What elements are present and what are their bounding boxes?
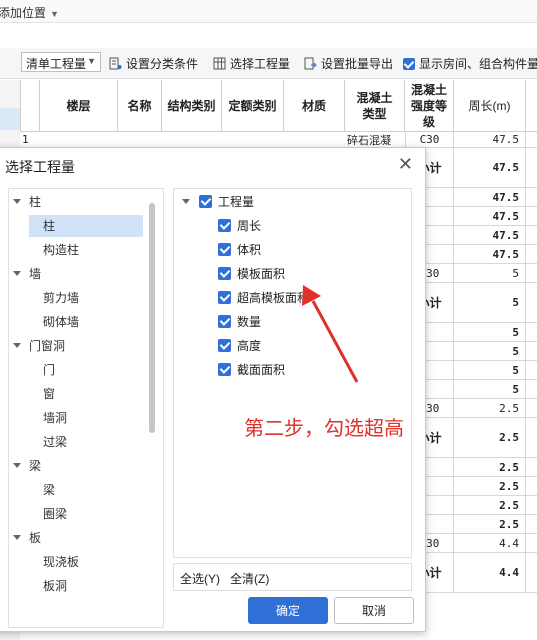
annotation-arrow-head — [302, 285, 321, 306]
annotation-text: 第二步，勾选超高 — [244, 418, 404, 440]
annotation-arrow — [302, 285, 359, 383]
annotation-arrow-shaft — [311, 300, 359, 383]
